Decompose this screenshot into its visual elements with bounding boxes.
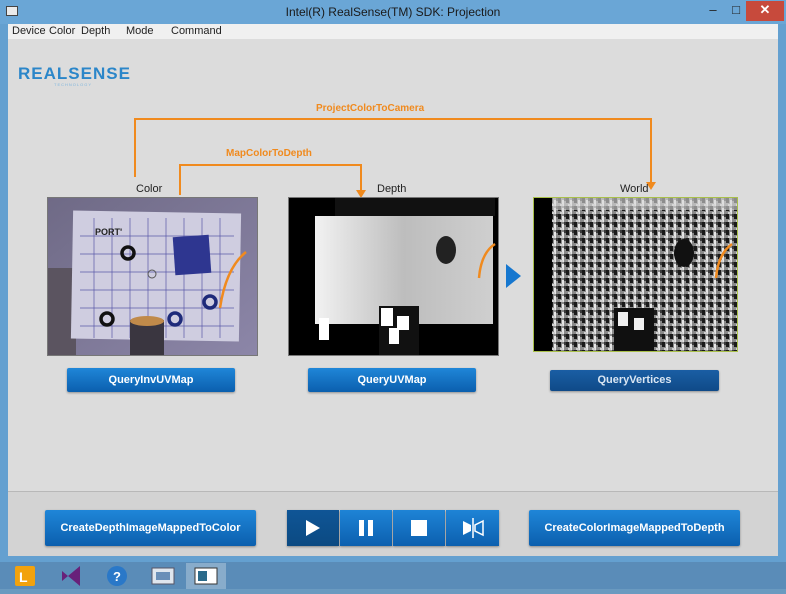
lync-icon: L — [15, 566, 35, 586]
board-text: PORT' — [95, 227, 122, 237]
taskbar-visual-studio[interactable] — [52, 563, 92, 589]
menu-mode[interactable]: Mode — [126, 25, 154, 37]
stop-button[interactable] — [393, 510, 445, 546]
world-point-cloud-image — [534, 198, 737, 351]
mirror-icon — [463, 518, 484, 538]
menu-color[interactable]: Color — [49, 25, 75, 37]
pause-button[interactable] — [340, 510, 392, 546]
maximize-button[interactable]: □ — [726, 1, 746, 21]
color-view-label: Color — [136, 183, 163, 195]
depth-image-panel[interactable] — [288, 197, 499, 356]
project-color-to-camera-arrow — [134, 118, 652, 184]
play-button[interactable] — [287, 510, 339, 546]
map-color-to-depth-label: MapColorToDepth — [226, 148, 312, 159]
visual-studio-icon — [62, 566, 80, 586]
taskbar-help[interactable]: ? — [98, 563, 138, 589]
projection-app-icon — [194, 567, 218, 585]
project-color-to-camera-label: ProjectColorToCamera — [316, 103, 425, 114]
svg-text:?: ? — [113, 569, 121, 584]
taskbar-device-manager[interactable] — [144, 563, 184, 589]
title-bar[interactable]: Intel(R) RealSense(TM) SDK: Projection –… — [0, 0, 786, 24]
client-area: REALSENSE TECHNOLOGY ProjectColorToCamer… — [8, 39, 778, 556]
close-button[interactable]: ✕ — [746, 1, 784, 21]
taskbar-lync[interactable]: L — [6, 563, 46, 589]
create-depth-image-mapped-to-color-button[interactable]: CreateDepthImageMappedToColor — [45, 510, 256, 546]
world-image-panel[interactable] — [533, 197, 738, 352]
query-vertices-button[interactable]: QueryVertices — [550, 370, 719, 391]
mirror-button[interactable] — [446, 510, 499, 546]
stop-icon — [411, 520, 427, 536]
world-view-label: World — [620, 183, 649, 195]
create-color-image-mapped-to-depth-button[interactable]: CreateColorImageMappedToDepth — [529, 510, 740, 546]
query-inv-uv-map-button[interactable]: QueryInvUVMap — [67, 368, 235, 392]
taskbar: L ? — [0, 562, 786, 589]
pause-icon — [359, 520, 373, 536]
menu-command[interactable]: Command — [171, 25, 222, 37]
taskbar-projection-app[interactable] — [186, 563, 226, 589]
menu-bar: Device Color Depth Mode Command — [8, 24, 778, 39]
menu-depth[interactable]: Depth — [81, 25, 110, 37]
help-icon: ? — [107, 566, 127, 586]
query-uv-map-button[interactable]: QueryUVMap — [308, 368, 476, 392]
color-camera-image: PORT' — [48, 198, 257, 355]
menu-device[interactable]: Device — [12, 25, 46, 37]
bottom-toolbar: CreateDepthImageMappedToColor CreateColo… — [8, 491, 778, 556]
svg-text:L: L — [19, 569, 28, 585]
color-image-panel[interactable]: PORT' — [47, 197, 258, 356]
play-icon — [306, 520, 320, 536]
device-manager-icon — [151, 567, 175, 585]
map-color-to-depth-arrow — [179, 164, 362, 195]
minimize-button[interactable]: – — [700, 1, 726, 21]
depth-to-world-arrow-icon — [506, 264, 521, 288]
depth-view-label: Depth — [377, 183, 407, 195]
window-title: Intel(R) RealSense(TM) SDK: Projection — [285, 5, 501, 19]
depth-image — [289, 198, 498, 355]
